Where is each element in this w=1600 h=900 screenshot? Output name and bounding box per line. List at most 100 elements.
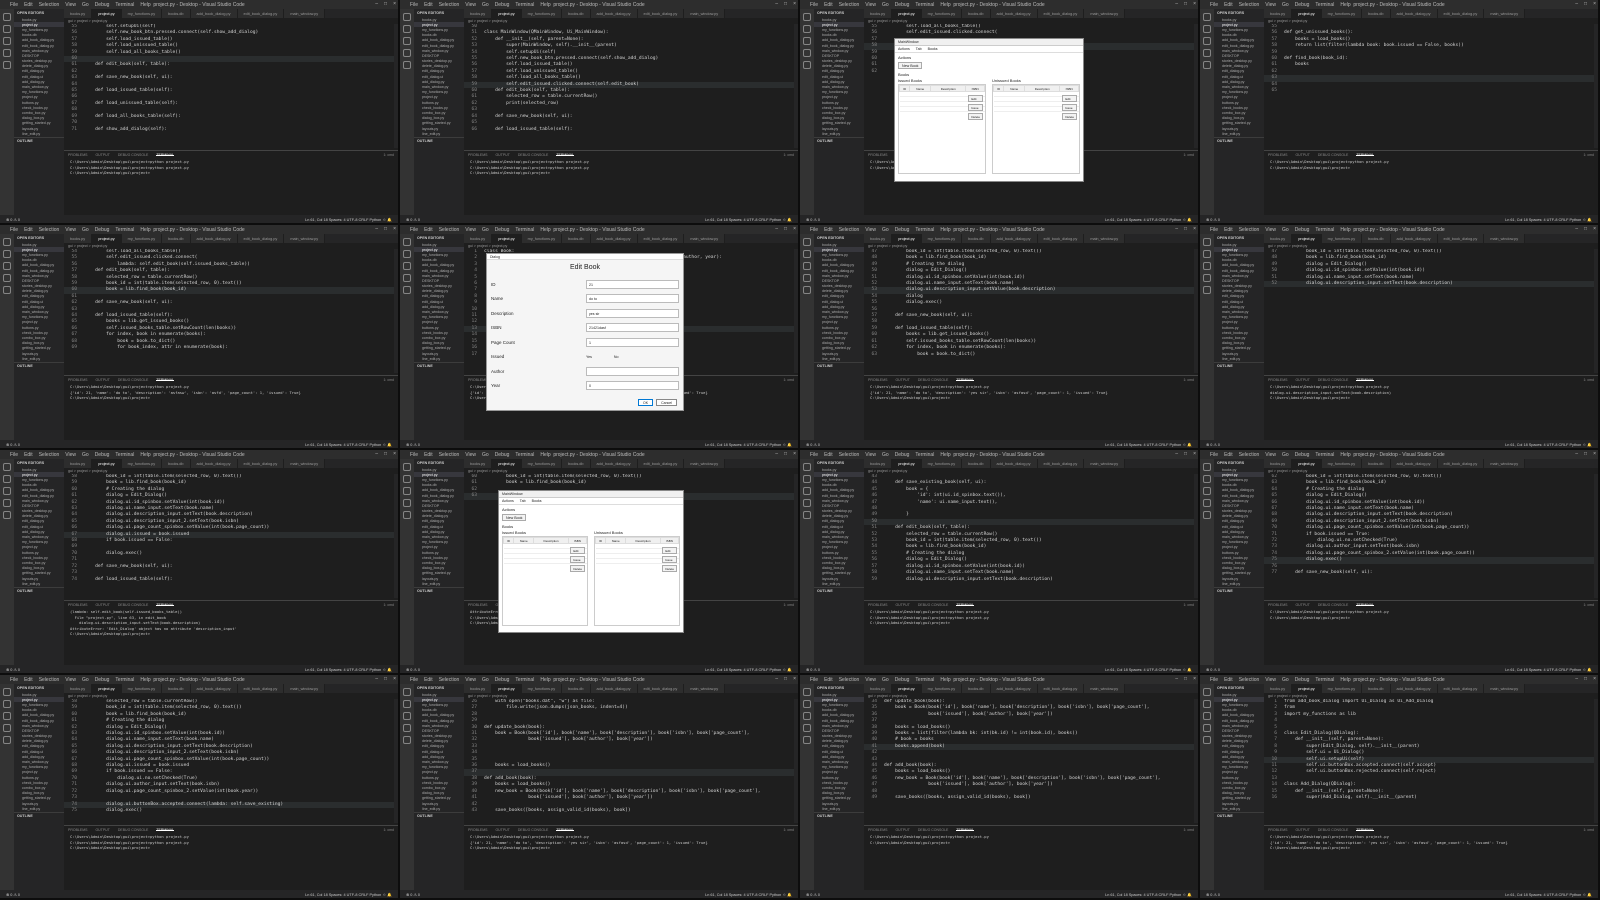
main-window-app[interactable]: MainWindow Actions Tab Books Actions New Book…: [498, 490, 684, 633]
editor-tab[interactable]: my_functions.py: [521, 459, 563, 468]
menu-item[interactable]: View: [65, 452, 76, 458]
menu-item[interactable]: Terminal: [1315, 227, 1334, 233]
menu-item[interactable]: Go: [1282, 2, 1289, 8]
outline-heading[interactable]: OUTLINE: [814, 812, 864, 819]
editor-tab[interactable]: books.db: [962, 459, 991, 468]
menu-item[interactable]: File: [810, 452, 818, 458]
status-info[interactable]: Ln 61, Col 18 Spaces: 4 UTF-8 CRLF Pytho…: [305, 217, 392, 222]
panel-tab[interactable]: TERMINAL: [956, 828, 975, 832]
code-line[interactable]: 63 book = book.to_dict(): [864, 352, 1194, 358]
close-button[interactable]: ×: [1193, 226, 1196, 232]
source-control-icon[interactable]: [3, 712, 11, 720]
editor-tab[interactable]: add_book_dialog.py: [1390, 684, 1438, 693]
status-info[interactable]: Ln 61, Col 18 Spaces: 4 UTF-8 CRLF Pytho…: [705, 442, 792, 447]
status-info[interactable]: Ln 61, Col 18 Spaces: 4 UTF-8 CRLF Pytho…: [305, 442, 392, 447]
editor-tab[interactable]: books.db: [1362, 9, 1391, 18]
maximize-button[interactable]: □: [384, 451, 387, 457]
close-button[interactable]: ×: [793, 451, 796, 457]
minimize-button[interactable]: –: [1175, 226, 1178, 232]
editor-tab[interactable]: books.py: [464, 9, 493, 18]
editor-tab[interactable]: project.py: [92, 459, 122, 468]
editor-tab[interactable]: my_functions.py: [521, 684, 563, 693]
new-book-button[interactable]: New Book: [898, 62, 923, 69]
debug-icon[interactable]: [3, 274, 11, 282]
menu-item[interactable]: Go: [482, 227, 489, 233]
menu-item[interactable]: Terminal: [915, 677, 934, 683]
editor-tab[interactable]: my_functions.py: [921, 234, 963, 243]
editor-tab[interactable]: edit_book_dialog.py: [1437, 234, 1485, 243]
table-cell[interactable]: [1024, 106, 1060, 112]
debug-icon[interactable]: [403, 724, 411, 732]
form-field[interactable]: do to: [586, 294, 679, 304]
panel-tab[interactable]: OUTPUT: [1295, 603, 1309, 607]
menu-item[interactable]: Selection: [39, 227, 60, 233]
minimize-button[interactable]: –: [775, 451, 778, 457]
panel-tab[interactable]: OUTPUT: [1295, 828, 1309, 832]
menu-item[interactable]: File: [410, 677, 418, 683]
code-line[interactable]: 43 save_books([books, assign_valid_id(bo…: [464, 808, 794, 814]
issued-yes-radio[interactable]: Yes: [586, 355, 592, 359]
panel-tab[interactable]: PROBLEMS: [68, 603, 87, 607]
editor-tab[interactable]: main_window.py: [1084, 684, 1126, 693]
maximize-button[interactable]: □: [784, 451, 787, 457]
status-info[interactable]: Ln 61, Col 18 Spaces: 4 UTF-8 CRLF Pytho…: [1105, 217, 1192, 222]
debug-icon[interactable]: [3, 499, 11, 507]
maximize-button[interactable]: □: [1184, 1, 1187, 7]
table-cell[interactable]: [625, 558, 661, 564]
editor-tab[interactable]: books.py: [864, 459, 893, 468]
editor-tab[interactable]: edit_book_dialog.py: [637, 234, 685, 243]
maximize-button[interactable]: □: [384, 676, 387, 682]
extensions-icon[interactable]: [1203, 511, 1211, 519]
menu-item[interactable]: Selection: [439, 677, 460, 683]
extensions-icon[interactable]: [1203, 61, 1211, 69]
explorer-file[interactable]: line_edit.py: [1214, 131, 1264, 136]
close-button[interactable]: ×: [1593, 1, 1596, 7]
menu-item[interactable]: Edit: [1224, 452, 1233, 458]
menu-item[interactable]: Terminal: [115, 227, 134, 233]
editor-tab[interactable]: main_window.py: [284, 459, 326, 468]
minimize-button[interactable]: –: [775, 226, 778, 232]
panel-tab[interactable]: PROBLEMS: [868, 378, 887, 382]
explorer-file[interactable]: line_edit.py: [1214, 806, 1264, 811]
menu-item[interactable]: View: [65, 677, 76, 683]
menu-item[interactable]: File: [10, 452, 18, 458]
code-editor[interactable]: 50 51 class MainWindow(QMainWindow, Ui_Mai…: [464, 24, 794, 148]
ok-button[interactable]: OK: [638, 399, 654, 406]
terminal-selector[interactable]: 1: cmd: [383, 153, 394, 157]
menu-item[interactable]: Go: [1282, 452, 1289, 458]
source-control-icon[interactable]: [3, 37, 11, 45]
debug-icon[interactable]: [403, 49, 411, 57]
menu-item[interactable]: Edit: [424, 452, 433, 458]
editor-tab[interactable]: books.db: [962, 234, 991, 243]
minimap[interactable]: [794, 699, 798, 823]
editor-tab[interactable]: books.py: [1264, 684, 1293, 693]
source-control-icon[interactable]: [403, 487, 411, 495]
extensions-icon[interactable]: [1203, 736, 1211, 744]
code-editor[interactable]: 58 selected_row = table.currentRow() 59 b…: [64, 699, 394, 823]
editor-tab[interactable]: add_book_dialog.py: [590, 684, 638, 693]
problems-count[interactable]: ⊗ 0 ⚠ 0: [1206, 217, 1220, 222]
extensions-icon[interactable]: [803, 61, 811, 69]
editor-tab[interactable]: add_book_dialog.py: [190, 459, 238, 468]
terminal-selector[interactable]: 1: cmd: [383, 828, 394, 832]
menu-item[interactable]: Selection: [1239, 2, 1260, 8]
problems-count[interactable]: ⊗ 0 ⚠ 0: [6, 892, 20, 897]
menu-item[interactable]: View: [465, 2, 476, 8]
code-editor[interactable]: 1 from add_book_dialog import Ui_Dialog a…: [1264, 699, 1594, 823]
search-icon[interactable]: [803, 475, 811, 483]
source-control-icon[interactable]: [803, 487, 811, 495]
table-action-button[interactable]: Issue: [570, 556, 585, 563]
editor-tab[interactable]: my_functions.py: [121, 684, 163, 693]
explorer-file[interactable]: line_edit.py: [14, 356, 64, 361]
status-info[interactable]: Ln 61, Col 18 Spaces: 4 UTF-8 CRLF Pytho…: [305, 892, 392, 897]
outline-heading[interactable]: OUTLINE: [1214, 137, 1264, 144]
editor-tab[interactable]: project.py: [1292, 459, 1322, 468]
explorer-file[interactable]: line_edit.py: [814, 806, 864, 811]
menu-item[interactable]: Edit: [24, 2, 33, 8]
menu-item[interactable]: View: [865, 677, 876, 683]
panel-tab[interactable]: DEBUG CONSOLE: [1318, 153, 1349, 157]
menu-item[interactable]: Help: [540, 452, 550, 458]
explorer-icon[interactable]: [403, 463, 411, 471]
source-control-icon[interactable]: [803, 712, 811, 720]
panel-tab[interactable]: PROBLEMS: [868, 828, 887, 832]
